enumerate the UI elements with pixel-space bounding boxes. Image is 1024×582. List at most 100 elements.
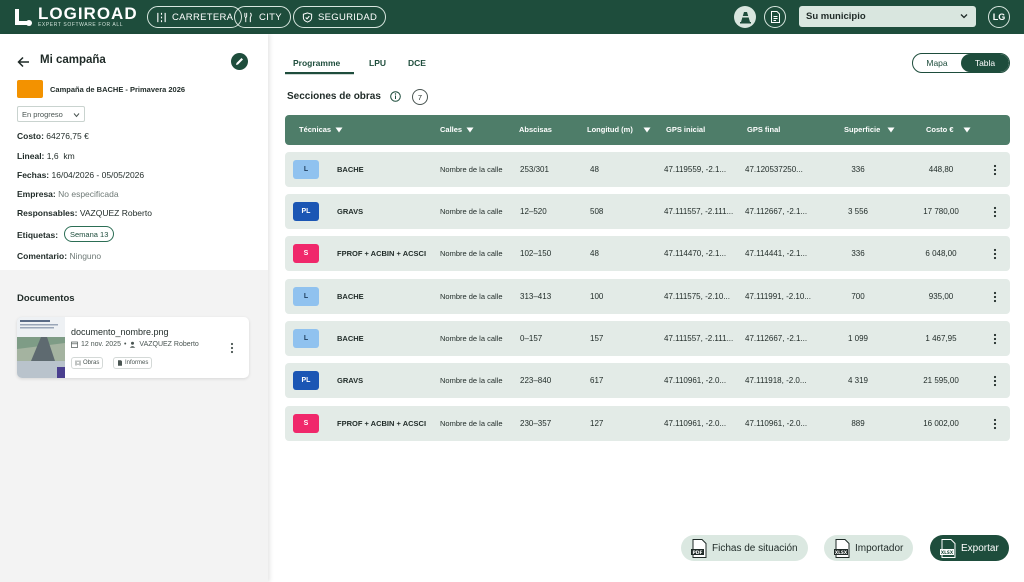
cell-superficie: 4 319 bbox=[847, 376, 869, 385]
status-value: En progreso bbox=[22, 109, 63, 119]
document-more-icon[interactable] bbox=[230, 342, 234, 354]
doc-tag-obras[interactable]: Obras bbox=[71, 357, 104, 369]
document-card[interactable]: documento_nombre.png 12 nov. 2025 • VAZQ… bbox=[17, 317, 249, 378]
cell-longitud: 157 bbox=[590, 334, 604, 343]
nav-carretera-label: CARRETERA bbox=[172, 11, 234, 23]
cell-gps-final: 47.112667, -2.1... bbox=[745, 207, 808, 216]
fechas-value: 16/04/2026 - 05/05/2026 bbox=[51, 170, 145, 180]
cell-calle: Nombre de la calle bbox=[440, 292, 503, 301]
toggle-tabla[interactable]: Tabla bbox=[961, 54, 1009, 72]
importador-label: Importador bbox=[855, 542, 904, 554]
doc-tag-obras-label: Obras bbox=[83, 360, 100, 366]
exportar-label: Exportar bbox=[961, 542, 999, 554]
col-calles[interactable]: Calles bbox=[440, 125, 474, 134]
lineal-label: Lineal: bbox=[17, 151, 45, 161]
municipio-select[interactable]: Su municipio bbox=[799, 6, 976, 27]
cell-gps-inicial: 47.111575, -2.10... bbox=[664, 292, 730, 301]
table-row[interactable]: S FPROF + ACBIN + ACSCI Nombre de la calle… bbox=[285, 236, 1010, 271]
nav-city-label: CITY bbox=[259, 11, 282, 23]
filter-arrow-icon bbox=[643, 127, 651, 132]
campaign-color-swatch bbox=[17, 80, 43, 98]
cell-superficie: 3 556 bbox=[847, 207, 869, 216]
cell-gps-final: 47.111918, -2.0... bbox=[745, 376, 807, 385]
cell-gps-final: 47.110961, -2.0... bbox=[745, 419, 808, 428]
col-costo[interactable]: Costo € bbox=[926, 125, 971, 134]
row-more-icon[interactable] bbox=[993, 164, 997, 176]
technique-badge: S bbox=[293, 414, 319, 433]
row-more-icon[interactable] bbox=[993, 248, 997, 260]
active-tab-indicator bbox=[285, 72, 354, 74]
table-row[interactable]: S FPROF + ACBIN + ACSCI Nombre de la calle… bbox=[285, 406, 1010, 441]
col-superficie[interactable]: Superficie bbox=[844, 125, 895, 134]
empresa-label: Empresa: bbox=[17, 189, 56, 199]
pencil-icon bbox=[236, 58, 243, 65]
table-row[interactable]: L BACHE Nombre de la calle 253/301 48 47.1195… bbox=[285, 152, 1010, 187]
col-longitud[interactable]: Longitud (m) bbox=[587, 125, 651, 134]
municipio-value: Su municipio bbox=[806, 11, 866, 22]
logiroad-logo[interactable]: LOGIROAD EXPERT SOFTWARE FOR ALL bbox=[14, 4, 138, 29]
table-row[interactable]: L BACHE Nombre de la calle 313–413 100 47.111… bbox=[285, 279, 1010, 314]
cell-gps-inicial: 47.110961, -2.0... bbox=[664, 376, 727, 385]
row-more-icon[interactable] bbox=[993, 291, 997, 303]
technique-badge: L bbox=[293, 287, 319, 306]
importador-button[interactable]: XLSX Importador bbox=[824, 535, 914, 561]
tab-dce[interactable]: DCE bbox=[408, 58, 426, 68]
logo-mark-icon bbox=[15, 9, 32, 26]
back-arrow-icon[interactable] bbox=[17, 56, 30, 68]
exportar-button[interactable]: XLSX Exportar bbox=[930, 535, 1009, 561]
road-icon bbox=[157, 12, 166, 22]
responsables-value: VAZQUEZ Roberto bbox=[79, 208, 152, 218]
cell-gps-final: 47.111991, -2.10... bbox=[745, 292, 811, 301]
tag-semana[interactable]: Semana 13 bbox=[64, 226, 115, 242]
cell-superficie: 336 bbox=[851, 165, 865, 174]
cell-abscisas: 230–357 bbox=[520, 419, 552, 428]
cell-tecnica: BACHE bbox=[337, 165, 364, 174]
col-gps-inicial-label: GPS inicial bbox=[666, 125, 706, 134]
toggle-mapa[interactable]: Mapa bbox=[913, 54, 961, 72]
document-report-button[interactable] bbox=[764, 6, 786, 28]
cell-tecnica: BACHE bbox=[337, 292, 364, 301]
table-row[interactable]: L BACHE Nombre de la calle 0–157 157 47.11155… bbox=[285, 321, 1010, 356]
nav-city-button[interactable]: CITY bbox=[234, 6, 291, 28]
comentario-label: Comentario: bbox=[17, 251, 68, 261]
shield-icon bbox=[302, 11, 313, 23]
col-abscisas: Abscisas bbox=[519, 125, 552, 134]
doc-tag-informes[interactable]: Informes bbox=[113, 357, 153, 369]
info-icon[interactable] bbox=[390, 91, 401, 102]
table-row[interactable]: PL GRAVS Nombre de la calle 223–840 617 47.11… bbox=[285, 363, 1010, 398]
fechas-label: Fechas: bbox=[17, 170, 50, 180]
row-more-icon[interactable] bbox=[993, 333, 997, 345]
cell-costo: 21 595,00 bbox=[923, 376, 959, 385]
row-more-icon[interactable] bbox=[993, 206, 997, 218]
cell-tecnica: FPROF + ACBIN + ACSCI bbox=[337, 249, 427, 258]
cell-longitud: 508 bbox=[590, 207, 604, 216]
status-select[interactable]: En progreso bbox=[17, 106, 85, 122]
costo-value: 64276,75 € bbox=[46, 131, 89, 141]
filter-arrow-icon bbox=[887, 127, 895, 132]
row-more-icon[interactable] bbox=[993, 418, 997, 430]
table-row[interactable]: PL GRAVS Nombre de la calle 12–520 508 47.111… bbox=[285, 194, 1010, 229]
edit-campaign-button[interactable] bbox=[231, 53, 248, 70]
nav-carretera-button[interactable]: CARRETERA bbox=[147, 6, 243, 28]
traffic-cone-button[interactable] bbox=[734, 6, 756, 28]
chevron-down-icon bbox=[960, 14, 968, 19]
col-tecnicas[interactable]: Técnicas bbox=[299, 125, 343, 134]
xlsx-file-icon: XLSX bbox=[940, 538, 956, 558]
tab-lpu[interactable]: LPU bbox=[369, 58, 386, 68]
cell-calle: Nombre de la calle bbox=[440, 334, 503, 343]
col-calles-label: Calles bbox=[440, 125, 463, 134]
cell-calle: Nombre de la calle bbox=[440, 376, 503, 385]
cell-abscisas: 102–150 bbox=[520, 249, 552, 258]
filter-arrow-icon bbox=[963, 127, 971, 132]
logo-wordmark: LOGIROAD bbox=[38, 4, 138, 23]
document-name: documento_nombre.png bbox=[71, 327, 169, 337]
tab-programme[interactable]: Programme bbox=[293, 58, 340, 68]
nav-seguridad-button[interactable]: SEGURIDAD bbox=[293, 6, 387, 28]
user-avatar[interactable]: LG bbox=[988, 6, 1010, 28]
technique-badge: L bbox=[293, 329, 319, 348]
lineal-value: 1,6 km bbox=[46, 151, 75, 161]
campaign-header: Mi campaña bbox=[17, 54, 257, 70]
city-icon bbox=[244, 12, 252, 22]
fichas-situacion-button[interactable]: PDF Fichas de situación bbox=[681, 535, 808, 561]
row-more-icon[interactable] bbox=[993, 375, 997, 387]
